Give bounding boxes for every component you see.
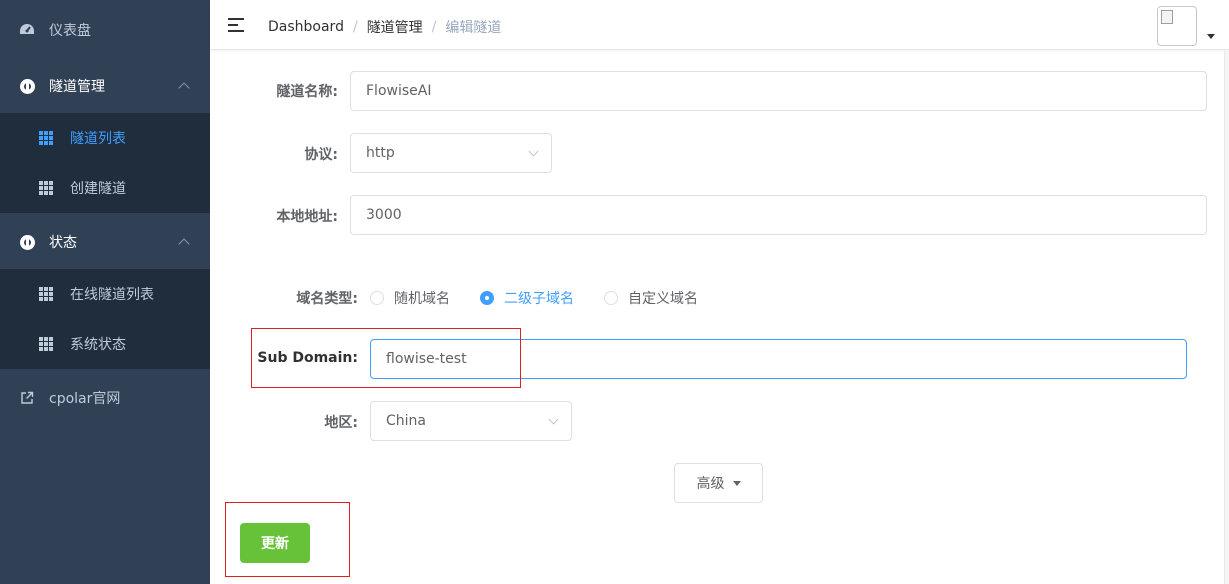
dashboard-icon: [19, 22, 35, 38]
sidebar-item-create-tunnel[interactable]: 创建隧道: [0, 163, 210, 213]
tunnel-name-value: FlowiseAI: [366, 83, 432, 99]
local-address-label: 本地地址:: [276, 209, 338, 225]
caret-down-icon[interactable]: [1207, 34, 1215, 39]
radio-circle-icon: [604, 291, 618, 305]
sidebar-item-label: 系统状态: [70, 337, 126, 353]
grid-icon: [39, 337, 53, 351]
breadcrumb: Dashboard / 隧道管理 / 编辑隧道: [268, 17, 502, 37]
sidebar-item-label: 隧道列表: [70, 131, 126, 147]
radio-subdomain[interactable]: 二级子域名: [480, 288, 574, 308]
grid-icon: [39, 131, 53, 145]
radio-checked-icon: [480, 291, 494, 305]
grid-icon: [39, 287, 53, 301]
sidebar: 仪表盘 隧道管理 隧道列表 创建隧道 状态 在线隧道列表 系统状态 cpolar…: [0, 0, 210, 584]
sidebar-item-label: 仪表盘: [49, 23, 91, 39]
sidebar-item-status[interactable]: 状态: [0, 222, 210, 262]
highlight-box-update: [225, 502, 350, 577]
radio-label: 自定义域名: [628, 291, 698, 307]
radio-custom-domain[interactable]: 自定义域名: [604, 288, 698, 308]
avatar[interactable]: [1157, 6, 1197, 46]
sidebar-item-dashboard[interactable]: 仪表盘: [0, 10, 210, 50]
breadcrumb-tunnel-management[interactable]: 隧道管理: [367, 17, 423, 37]
top-navbar: Dashboard / 隧道管理 / 编辑隧道: [210, 0, 1229, 50]
protocol-value: http: [366, 145, 395, 161]
radio-label: 随机域名: [394, 291, 450, 307]
advanced-label: 高级: [696, 476, 725, 492]
chevron-down-icon: [528, 146, 539, 157]
domain-type-label: 域名类型:: [296, 291, 358, 307]
advanced-button[interactable]: 高级: [674, 463, 763, 503]
protocol-label: 协议:: [304, 147, 338, 163]
caret-down-icon: [732, 480, 741, 486]
breadcrumb-edit-tunnel: 编辑隧道: [445, 20, 502, 36]
radio-random-domain[interactable]: 随机域名: [370, 288, 450, 308]
sidebar-item-system-status[interactable]: 系统状态: [0, 319, 210, 369]
external-link-icon: [19, 390, 35, 406]
region-value: China: [386, 413, 426, 429]
circle-icon: [19, 234, 35, 250]
chevron-down-icon: [548, 414, 559, 425]
radio-label: 二级子域名: [504, 291, 574, 307]
chevron-up-icon: [178, 238, 190, 250]
region-label: 地区:: [324, 415, 358, 431]
highlight-box-subdomain: [251, 328, 521, 388]
local-address-value: 3000: [366, 207, 402, 223]
sidebar-item-label: cpolar官网: [49, 391, 121, 407]
sidebar-item-online-tunnels[interactable]: 在线隧道列表: [0, 269, 210, 319]
protocol-select[interactable]: http: [350, 133, 552, 173]
scrollbar[interactable]: [1224, 50, 1229, 584]
breadcrumb-dashboard[interactable]: Dashboard: [268, 19, 344, 35]
sidebar-item-label: 状态: [49, 235, 77, 251]
region-select[interactable]: China: [370, 401, 572, 441]
radio-circle-icon: [370, 291, 384, 305]
chevron-up-icon: [178, 82, 190, 94]
local-address-input[interactable]: 3000: [350, 195, 1207, 235]
circle-icon: [19, 78, 35, 94]
tunnel-name-label: 隧道名称:: [276, 84, 338, 100]
sidebar-item-label: 隧道管理: [49, 79, 105, 95]
grid-icon: [39, 181, 53, 195]
hamburger-icon[interactable]: [228, 18, 244, 32]
sidebar-item-label: 创建隧道: [70, 181, 126, 197]
sidebar-item-cpolar-site[interactable]: cpolar官网: [0, 378, 210, 418]
sidebar-item-label: 在线隧道列表: [70, 287, 154, 303]
tunnel-name-input[interactable]: FlowiseAI: [350, 71, 1207, 111]
sidebar-item-tunnel-list[interactable]: 隧道列表: [0, 113, 210, 163]
sidebar-item-tunnel-management[interactable]: 隧道管理: [0, 66, 210, 106]
